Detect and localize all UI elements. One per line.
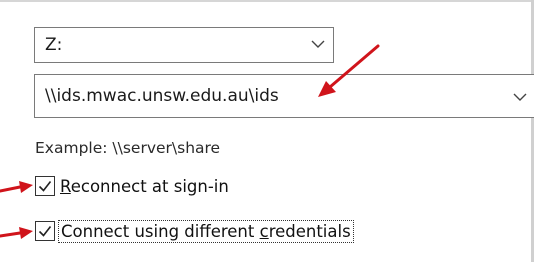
credentials-access-key: c <box>259 221 269 241</box>
credentials-label[interactable]: Connect using different credentials <box>58 219 354 243</box>
reconnect-checkbox[interactable] <box>35 176 55 196</box>
checkmark-icon <box>38 226 52 237</box>
red-arrow-icon <box>0 181 33 193</box>
reconnect-label-post: econnect at sign-in <box>70 176 229 196</box>
credentials-checkbox[interactable] <box>35 221 55 241</box>
credentials-label-post: redentials <box>268 221 351 241</box>
red-arrow-icon <box>0 227 33 239</box>
example-hint: Example: \\server\share <box>35 139 221 157</box>
drive-letter-value: Z: <box>45 35 63 55</box>
credentials-checkbox-row[interactable]: Connect using different credentials <box>35 219 354 243</box>
chevron-down-icon[interactable] <box>311 40 325 49</box>
drive-letter-select[interactable]: Z: <box>34 27 334 63</box>
checkmark-icon <box>38 181 52 192</box>
chevron-down-icon[interactable] <box>513 93 527 102</box>
folder-path-combobox[interactable]: \\ids.mwac.unsw.edu.au\ids <box>34 74 534 118</box>
credentials-label-pre: Connect using different <box>61 221 260 241</box>
reconnect-checkbox-row[interactable]: Reconnect at sign-in <box>35 176 229 196</box>
reconnect-access-key: R <box>60 176 71 196</box>
reconnect-label[interactable]: Reconnect at sign-in <box>60 177 229 196</box>
window-top-border <box>0 0 534 2</box>
folder-path-value[interactable]: \\ids.mwac.unsw.edu.au\ids <box>45 86 279 106</box>
